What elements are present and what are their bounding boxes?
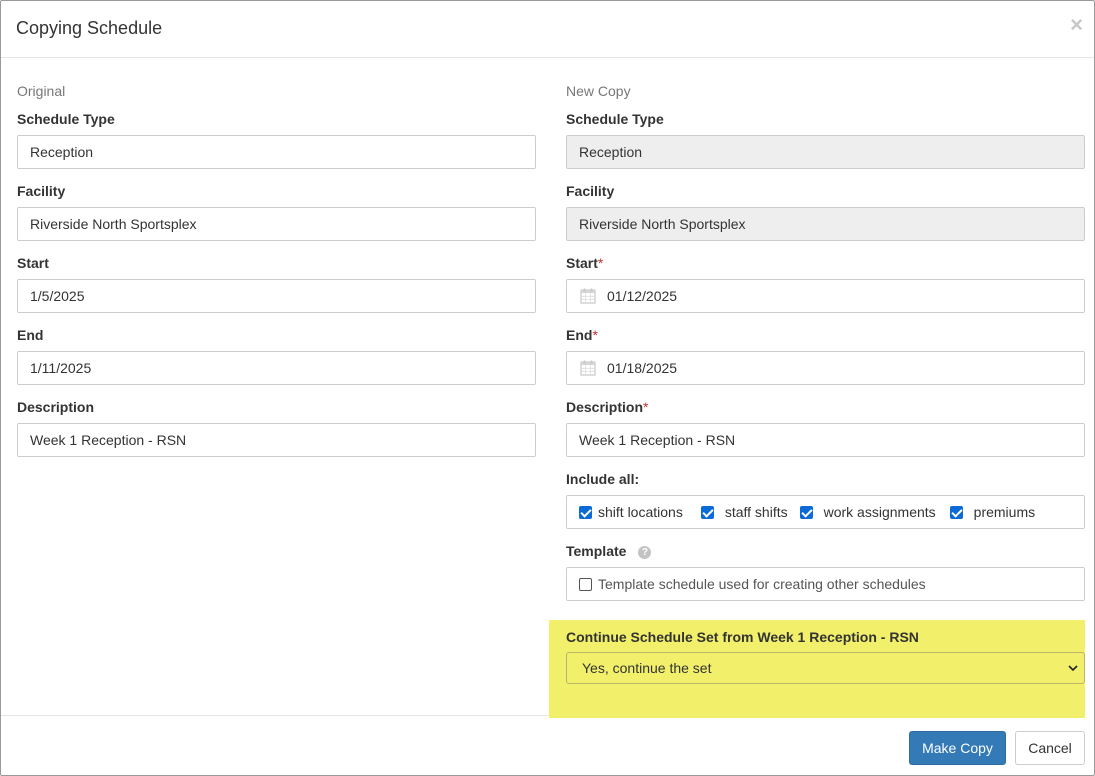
calendar-icon[interactable] xyxy=(580,288,596,304)
shift-locations-label[interactable]: shift locations xyxy=(598,496,683,528)
work-assignments-label[interactable]: work assignments xyxy=(824,496,936,528)
make-copy-button[interactable]: Make Copy xyxy=(909,731,1006,765)
premiums-checkbox[interactable] xyxy=(949,505,963,519)
new-schedule-type-field: Reception xyxy=(566,135,1085,169)
include-all-label: Include all: xyxy=(566,471,640,487)
original-facility-label: Facility xyxy=(17,183,66,199)
original-start-label: Start xyxy=(17,255,49,271)
new-end-date-input[interactable]: 01/18/2025 xyxy=(566,351,1085,385)
shift-locations-checkbox[interactable] xyxy=(579,505,592,519)
new-end-label-text: End xyxy=(566,327,593,343)
original-heading: Original xyxy=(17,83,66,99)
new-end-label: End* xyxy=(566,327,1085,345)
staff-shifts-checkbox[interactable] xyxy=(700,505,714,519)
continue-set-label: Continue Schedule Set from Week 1 Recept… xyxy=(566,629,919,645)
template-checkbox[interactable] xyxy=(579,577,592,591)
work-assignments-checkbox[interactable] xyxy=(799,505,813,519)
original-facility-field[interactable]: Riverside North Sportsplex xyxy=(17,207,536,241)
original-schedule-type-label: Schedule Type xyxy=(17,111,115,127)
staff-shifts-label[interactable]: staff shifts xyxy=(725,496,788,528)
close-icon[interactable]: × xyxy=(1070,14,1083,36)
original-end-field[interactable]: 1/11/2025 xyxy=(17,351,536,385)
help-icon[interactable]: ? xyxy=(638,546,652,559)
original-column: Original Schedule Type Reception Facilit… xyxy=(17,81,536,471)
dialog-header: Copying Schedule × xyxy=(1,1,1094,58)
template-label: Template? xyxy=(566,543,1085,561)
calendar-icon[interactable] xyxy=(580,360,596,376)
cancel-button[interactable]: Cancel xyxy=(1015,731,1085,765)
new-facility-label: Facility xyxy=(566,183,615,199)
new-start-value: 01/12/2025 xyxy=(607,288,678,304)
template-checkbox-label[interactable]: Template schedule used for creating othe… xyxy=(598,568,926,600)
template-label-text: Template xyxy=(566,543,627,559)
new-end-value: 01/18/2025 xyxy=(607,360,678,376)
required-marker: * xyxy=(597,255,604,271)
original-end-label: End xyxy=(17,327,44,343)
original-schedule-type-field[interactable]: Reception xyxy=(17,135,536,169)
template-option: Template schedule used for creating othe… xyxy=(566,567,1085,601)
dialog-title: Copying Schedule xyxy=(16,18,163,38)
required-marker: * xyxy=(592,327,598,343)
new-description-label-text: Description xyxy=(566,399,644,415)
original-description-field[interactable]: Week 1 Reception - RSN xyxy=(17,423,536,457)
copy-schedule-dialog: Copying Schedule × Original Schedule Typ… xyxy=(0,0,1095,776)
new-start-label-text: Start xyxy=(566,255,598,271)
original-start-field[interactable]: 1/5/2025 xyxy=(17,279,536,313)
new-start-label: Start* xyxy=(566,255,1085,273)
new-facility-field: Riverside North Sportsplex xyxy=(566,207,1085,241)
new-schedule-type-label: Schedule Type xyxy=(566,111,664,127)
premiums-label[interactable]: premiums xyxy=(974,496,1035,528)
new-copy-heading: New Copy xyxy=(566,83,631,99)
new-description-input[interactable]: Week 1 Reception - RSN xyxy=(566,423,1085,457)
continue-set-select[interactable]: Yes, continue the set xyxy=(566,652,1085,684)
new-copy-column: New Copy Schedule Type Reception Facilit… xyxy=(566,81,1085,601)
footer-divider xyxy=(1,715,549,716)
include-all-options: shift locations staff shifts work assign… xyxy=(566,495,1085,529)
original-description-label: Description xyxy=(17,399,95,415)
continue-set-selected-value: Yes, continue the set xyxy=(582,660,712,676)
new-start-date-input[interactable]: 01/12/2025 xyxy=(566,279,1085,313)
chevron-down-icon[interactable] xyxy=(1068,663,1078,673)
required-marker: * xyxy=(643,399,649,415)
new-description-label: Description* xyxy=(566,399,1085,417)
